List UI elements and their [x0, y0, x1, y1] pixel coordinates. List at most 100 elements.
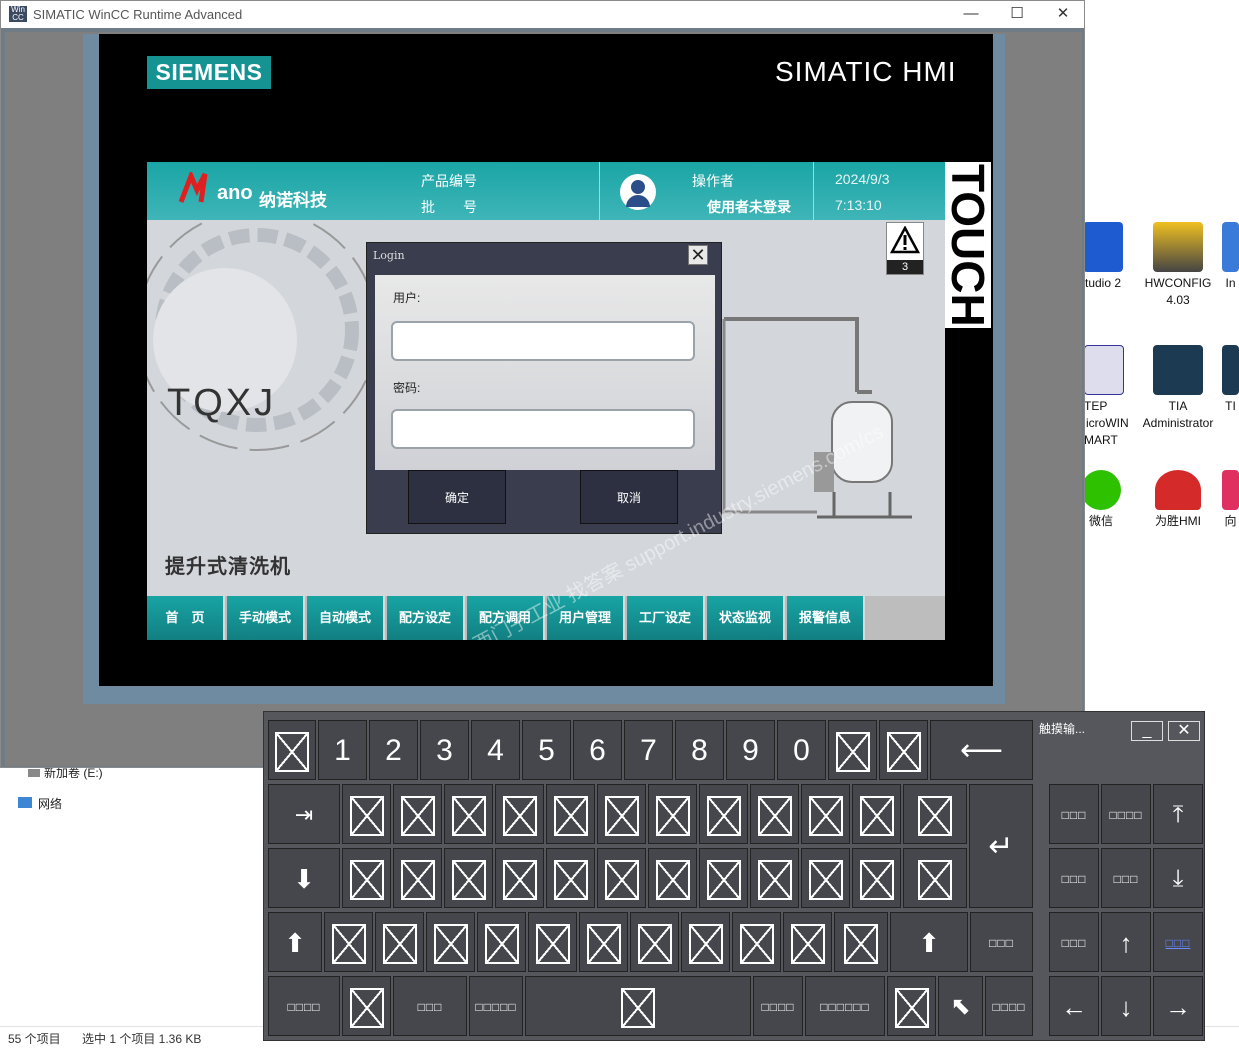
- key-shift-left[interactable]: ⬆: [268, 912, 322, 972]
- key-digit[interactable]: 8: [675, 720, 724, 780]
- key-letter[interactable]: [324, 912, 373, 972]
- desktop-icon-in[interactable]: In: [1222, 222, 1239, 292]
- key-arrow-down[interactable]: ↓: [1101, 976, 1151, 1036]
- key-caps[interactable]: ⬇: [268, 848, 340, 908]
- key-ctrl[interactable]: □□□□: [268, 976, 340, 1036]
- key-letter[interactable]: [783, 912, 832, 972]
- key-digit[interactable]: 2: [369, 720, 418, 780]
- key-letter[interactable]: [546, 784, 595, 844]
- key-letter[interactable]: [903, 848, 967, 908]
- key-digit[interactable]: 9: [726, 720, 775, 780]
- login-close-button[interactable]: ✕: [688, 245, 708, 265]
- key-backquote[interactable]: [268, 720, 316, 780]
- desktop-icon-hwconfig[interactable]: HWCONFIG 4.03: [1138, 222, 1218, 309]
- key-letter[interactable]: [852, 848, 901, 908]
- key-letter[interactable]: [834, 912, 888, 972]
- nav-home[interactable]: 首 页: [147, 596, 225, 640]
- key-letter[interactable]: [732, 912, 781, 972]
- key-letter[interactable]: [597, 784, 646, 844]
- key-letter[interactable]: [528, 912, 577, 972]
- cancel-button[interactable]: 取消: [580, 470, 678, 524]
- key-win-right[interactable]: [887, 976, 936, 1036]
- network-item[interactable]: 网络: [18, 795, 62, 812]
- desktop-icon-xiang[interactable]: 向: [1222, 470, 1239, 530]
- key-letter[interactable]: [393, 784, 442, 844]
- key-digit[interactable]: 3: [420, 720, 469, 780]
- keyboard-close-button[interactable]: ✕: [1168, 721, 1200, 741]
- key-digit[interactable]: 6: [573, 720, 622, 780]
- key-menu[interactable]: ⬉: [938, 976, 983, 1036]
- key-letter[interactable]: [801, 848, 850, 908]
- key-digit[interactable]: 0: [777, 720, 826, 780]
- key-space[interactable]: [525, 976, 751, 1036]
- key-letter[interactable]: [579, 912, 628, 972]
- key-letter[interactable]: [801, 784, 850, 844]
- desktop-icon-ti[interactable]: TI: [1222, 345, 1239, 415]
- operator-avatar-icon[interactable]: [620, 174, 656, 210]
- key-home[interactable]: □□□□: [1101, 784, 1151, 844]
- key-letter[interactable]: [546, 848, 595, 908]
- desktop-icon-step-microwin[interactable]: STEP MicroWIN SMART: [1076, 345, 1136, 449]
- key-equals[interactable]: [879, 720, 928, 780]
- key-delete[interactable]: □□□: [1049, 848, 1099, 908]
- minimize-button[interactable]: —: [948, 1, 994, 28]
- key-func[interactable]: □□□□: [753, 976, 803, 1036]
- key-page-up[interactable]: ⤒: [1153, 784, 1203, 844]
- key-letter[interactable]: [750, 848, 799, 908]
- key-win[interactable]: [342, 976, 391, 1036]
- key-letter[interactable]: [444, 784, 493, 844]
- key-letter[interactable]: [444, 848, 493, 908]
- key-arrow-up[interactable]: ↑: [1101, 912, 1151, 972]
- key-letter[interactable]: [426, 912, 475, 972]
- key-minus[interactable]: [828, 720, 877, 780]
- key-backspace[interactable]: ⟵: [930, 720, 1033, 780]
- key-func[interactable]: □□□□□□: [805, 976, 885, 1036]
- desktop-icon-tia-admin[interactable]: TIA Administrator: [1138, 345, 1218, 432]
- key-letter[interactable]: [699, 784, 748, 844]
- close-button[interactable]: ✕: [1040, 1, 1086, 28]
- key-insert[interactable]: □□□: [1049, 784, 1099, 844]
- nav-manual-mode[interactable]: 手动模式: [227, 596, 305, 640]
- nav-plant-setting[interactable]: 工厂设定: [627, 596, 705, 640]
- key-letter[interactable]: [495, 784, 544, 844]
- nav-recipe-setting[interactable]: 配方设定: [387, 596, 465, 640]
- key-letter[interactable]: [699, 848, 748, 908]
- nav-status-monitor[interactable]: 状态监视: [707, 596, 785, 640]
- key-func[interactable]: □□□□□: [469, 976, 523, 1036]
- key-letter[interactable]: [375, 912, 424, 972]
- password-input[interactable]: [391, 409, 695, 449]
- key-digit[interactable]: 7: [624, 720, 673, 780]
- key-letter[interactable]: [648, 848, 697, 908]
- keyboard-minimize-button[interactable]: _: [1131, 721, 1163, 741]
- key-letter[interactable]: [630, 912, 679, 972]
- key-func[interactable]: □□□□: [985, 976, 1033, 1036]
- key-letter[interactable]: [648, 784, 697, 844]
- key-arrow-left[interactable]: ←: [1049, 976, 1099, 1036]
- key-page-down[interactable]: ⤓: [1153, 848, 1203, 908]
- ok-button[interactable]: 确定: [408, 470, 506, 524]
- user-input[interactable]: [391, 321, 695, 361]
- key-digit[interactable]: 1: [318, 720, 367, 780]
- key-digit[interactable]: 4: [471, 720, 520, 780]
- key-func-active[interactable]: □□□: [1153, 912, 1203, 972]
- key-func[interactable]: □□□: [1049, 912, 1099, 972]
- key-letter[interactable]: [342, 848, 391, 908]
- key-letter[interactable]: [852, 784, 901, 844]
- key-enter[interactable]: ↵: [969, 784, 1033, 908]
- key-tab[interactable]: ⇥: [268, 784, 340, 844]
- key-func[interactable]: □□□: [970, 912, 1033, 972]
- key-letter[interactable]: [597, 848, 646, 908]
- maximize-button[interactable]: ☐: [994, 1, 1040, 28]
- key-letter[interactable]: [681, 912, 730, 972]
- nav-alarm-info[interactable]: 报警信息: [787, 596, 865, 640]
- key-shift-right[interactable]: ⬆: [890, 912, 968, 972]
- key-alt[interactable]: □□□: [393, 976, 467, 1036]
- desktop-icon-weisheng-hmi[interactable]: 为胜HMI: [1138, 470, 1218, 530]
- key-end[interactable]: □□□: [1101, 848, 1151, 908]
- key-letter[interactable]: [495, 848, 544, 908]
- nav-auto-mode[interactable]: 自动模式: [307, 596, 385, 640]
- key-letter[interactable]: [903, 784, 967, 844]
- key-digit[interactable]: 5: [522, 720, 571, 780]
- key-letter[interactable]: [393, 848, 442, 908]
- alarm-indicator[interactable]: 3: [886, 222, 924, 275]
